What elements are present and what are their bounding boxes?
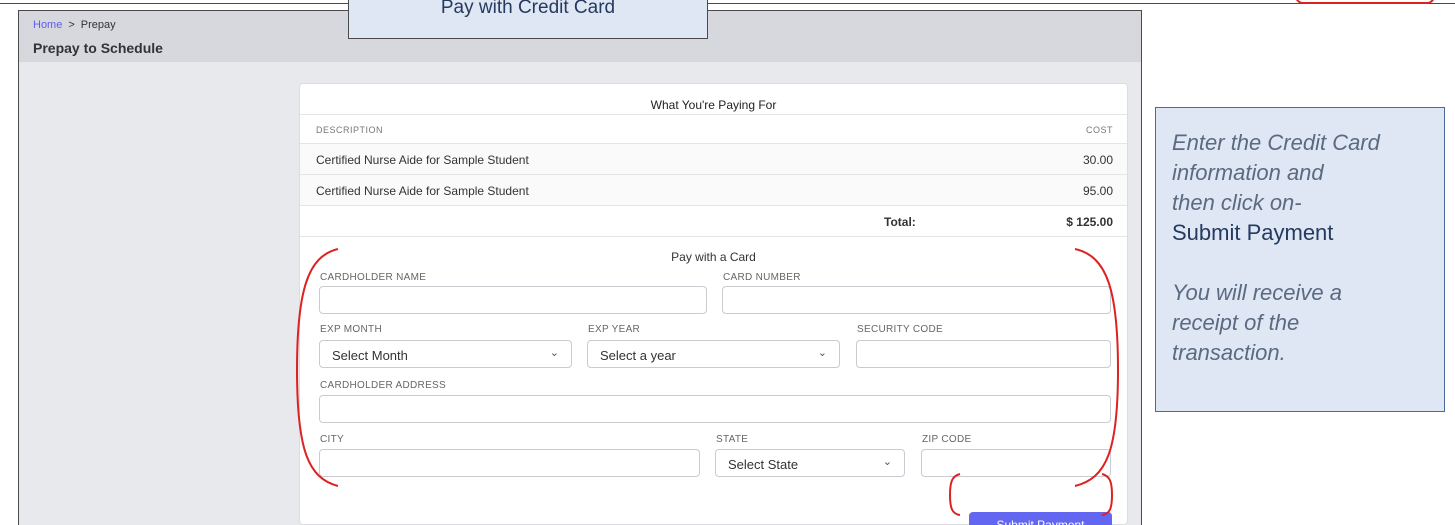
callout-line: receipt of the — [1172, 310, 1300, 335]
callout-line: Enter the Credit Card — [1172, 130, 1380, 155]
instruction-callout: Enter the Credit Card information and th… — [1155, 107, 1445, 412]
form-bracket-right — [1074, 248, 1120, 487]
submit-bracket-left — [948, 473, 961, 516]
callout-spacer — [1172, 248, 1444, 278]
callout-line: information and — [1172, 160, 1324, 185]
submit-bracket-right — [1101, 473, 1114, 516]
callout-line-emphasis: Submit Payment — [1172, 220, 1334, 245]
callout-top-text: Pay with Credit Card — [440, 0, 616, 18]
screenshot-stage: Home > Prepay Prepay to Schedule What You'… — [0, 0, 1455, 525]
callout-line: transaction. — [1172, 340, 1286, 365]
callout-pay-with-credit-card: Pay with Credit Card — [348, 0, 708, 39]
form-bracket-left — [295, 248, 339, 487]
callout-line: You will receive a — [1172, 280, 1342, 305]
callout-line: then click on- — [1172, 190, 1302, 215]
